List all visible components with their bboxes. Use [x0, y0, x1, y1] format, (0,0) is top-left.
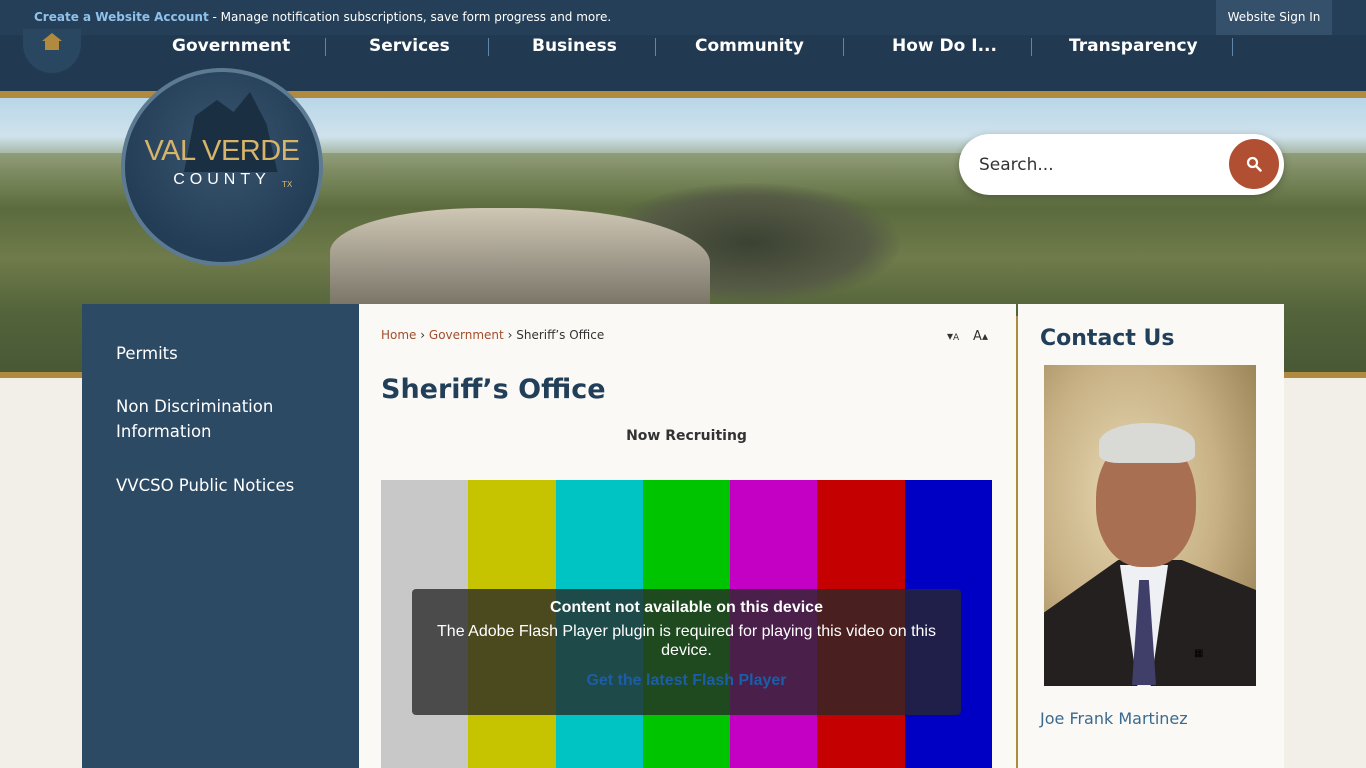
breadcrumb-current: Sheriff’s Office — [516, 328, 605, 342]
nav-divider — [325, 38, 326, 56]
flash-download-link[interactable]: Get the latest Flash Player — [412, 672, 961, 690]
breadcrumb-government[interactable]: Government — [429, 328, 504, 342]
nav-divider — [655, 38, 656, 56]
breadcrumb: Home › Government › Sheriff’s Office — [381, 328, 604, 342]
search-icon — [1246, 156, 1262, 172]
flash-notice-text: The Adobe Flash Player plugin is require… — [437, 623, 936, 659]
breadcrumb-home[interactable]: Home — [381, 328, 416, 342]
home-icon — [42, 33, 62, 50]
nav-community[interactable]: Community — [695, 35, 804, 57]
nav-government[interactable]: Government — [172, 35, 290, 57]
contact-name[interactable]: Joe Frank Martinez — [1040, 709, 1188, 728]
sheriff-photo: ▦ — [1044, 365, 1256, 686]
create-account-link[interactable]: Create a Website Account — [34, 10, 209, 24]
nav-divider — [1031, 38, 1032, 56]
sign-in-button[interactable]: Website Sign In — [1216, 0, 1332, 35]
notification-message: Create a Website Account - Manage notifi… — [34, 10, 611, 24]
search-box — [959, 134, 1284, 195]
logo-title: VAL VERDE — [144, 135, 300, 167]
logo-state: TX — [282, 180, 293, 189]
nav-divider — [843, 38, 844, 56]
nav-business[interactable]: Business — [532, 35, 617, 57]
breadcrumb-separator: › — [507, 328, 513, 342]
video-player[interactable]: Content not available on this device The… — [381, 480, 992, 768]
photo-hair — [1099, 423, 1195, 463]
contact-heading: Contact Us — [1040, 326, 1175, 351]
sidebar-menu: Permits Non Discrimination Information V… — [82, 304, 359, 768]
notification-bar: Create a Website Account - Manage notifi… — [0, 0, 1366, 35]
recruiting-caption: Now Recruiting — [626, 428, 747, 444]
sidebar-item-non-discrimination[interactable]: Non Discrimination Information — [116, 394, 326, 444]
page-title: Sheriff’s Office — [381, 374, 606, 405]
breadcrumb-separator: › — [420, 328, 426, 342]
county-logo[interactable]: VAL VERDE COUNTY TX — [121, 68, 323, 266]
contact-panel: Contact Us ▦ Joe Frank Martinez — [1018, 304, 1284, 768]
nav-transparency[interactable]: Transparency — [1069, 35, 1198, 57]
nav-how-do-i[interactable]: How Do I... — [892, 35, 997, 57]
font-decrease-button[interactable]: ▾A — [947, 329, 959, 343]
nav-divider — [1232, 38, 1233, 56]
hero-cliff — [330, 208, 710, 318]
home-button[interactable] — [23, 29, 81, 73]
nav-services[interactable]: Services — [369, 35, 450, 57]
font-increase-button[interactable]: A▴ — [973, 329, 988, 344]
sidebar-item-permits[interactable]: Permits — [116, 341, 326, 366]
main-content: Home › Government › Sheriff’s Office ▾A … — [359, 304, 1016, 768]
flash-notice-title: Content not available on this device — [550, 599, 823, 616]
font-size-controls: ▾A A▴ — [947, 329, 998, 344]
sidebar-item-vvcso-notices[interactable]: VVCSO Public Notices — [116, 473, 326, 498]
nav-divider — [488, 38, 489, 56]
search-button[interactable] — [1229, 139, 1279, 189]
flash-notice: Content not available on this device The… — [412, 589, 961, 715]
flag-pin-icon: ▦ — [1194, 648, 1204, 659]
notification-text: - Manage notification subscriptions, sav… — [208, 10, 612, 24]
search-input[interactable] — [979, 152, 1219, 178]
